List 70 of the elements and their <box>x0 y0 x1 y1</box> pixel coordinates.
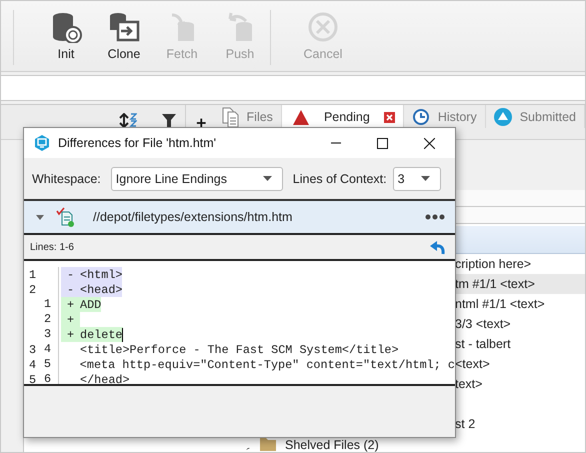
whitespace-label: Whitespace: <box>32 172 101 186</box>
code-line: delete <box>80 328 122 342</box>
list-item-text[interactable]: 3/3 <text> <box>455 317 511 331</box>
caret-icon <box>262 176 272 181</box>
cancel-icon <box>307 11 339 43</box>
list-row[interactable]: 3/3 <text> <box>455 314 585 334</box>
line-number: 4 <box>28 358 38 372</box>
line-number: 4 <box>39 342 59 357</box>
tab[interactable]: Pending <box>282 105 404 128</box>
list-row[interactable]: st - talbert <box>455 334 585 354</box>
maximize-icon[interactable] <box>377 138 388 148</box>
undo-icon[interactable] <box>429 240 445 254</box>
line-number: 5 <box>28 372 38 384</box>
list-row[interactable]: <text> <box>455 354 585 374</box>
whitespace-dropdown[interactable]: Ignore Line Endings <box>110 166 283 190</box>
caret-icon <box>420 176 430 181</box>
line-number: 2 <box>28 282 38 296</box>
list-row[interactable]: cription here> <box>455 254 585 274</box>
close-icon[interactable] <box>424 138 435 148</box>
list-item-text[interactable]: st - talbert <box>455 337 511 351</box>
file-check-icon <box>56 206 75 228</box>
list-item-text[interactable]: <text> <box>455 357 490 371</box>
code-line: <meta http-equiv="Content-Type" content="text/html; c <box>80 358 455 372</box>
line-number: 6 <box>39 372 59 384</box>
triangle-icon <box>292 108 310 126</box>
line-number: 1 <box>28 268 38 282</box>
database-copy-icon <box>108 11 140 43</box>
code-line: <head> <box>80 282 122 296</box>
line-number: 2 <box>39 312 59 327</box>
list-item-text[interactable]: tm #1/1 <text> <box>455 277 535 291</box>
line-number: 3 <box>39 327 59 342</box>
diff-sign: + <box>66 298 76 312</box>
code-line: ADD <box>80 298 102 312</box>
context-label: Lines of Context: <box>292 172 387 186</box>
sort-icon[interactable] <box>119 113 137 127</box>
line-number: 1 <box>39 297 59 312</box>
list-row[interactable]: tm #1/1 <text> <box>455 274 585 294</box>
code-line: <html> <box>80 268 122 282</box>
window-title: Differences for File 'htm.htm' <box>58 136 216 150</box>
tab[interactable]: Submitted <box>486 105 585 128</box>
diff-sign: - <box>66 268 76 282</box>
line-number: 5 <box>38 357 59 372</box>
diff-sign: + <box>66 328 76 342</box>
clock-icon <box>412 108 430 126</box>
init-button[interactable]: Init <box>38 1 94 71</box>
code-line: </head> <box>80 372 130 384</box>
line-number: 3 <box>28 342 38 356</box>
context-dropdown[interactable]: 3 <box>392 166 441 190</box>
app-icon <box>34 135 50 151</box>
list-row[interactable]: text> <box>455 374 585 394</box>
folder-label[interactable]: Shelved Files (2) <box>285 438 379 452</box>
folder-icon <box>259 436 277 452</box>
diff-sign: - <box>66 282 76 296</box>
list-item-text[interactable]: text> <box>455 377 482 391</box>
more-icon[interactable] <box>425 214 445 220</box>
database-power-icon <box>50 11 82 43</box>
add-icon[interactable] <box>196 117 207 129</box>
list-row[interactable]: st 2 <box>455 414 585 434</box>
list-row[interactable]: ntml #1/1 <text> <box>455 294 585 314</box>
code-line: <title>Perforce - The Fast SCM System</title> <box>80 342 399 356</box>
path-field[interactable] <box>1 75 585 101</box>
lines-label: Lines: 1-6 <box>30 242 74 252</box>
list-item-text[interactable]: cription here> <box>455 257 532 271</box>
file-path: //depot/filetypes/extensions/htm.htm <box>93 210 294 224</box>
triangle-circle-icon <box>494 108 512 126</box>
collapse-arrow-icon[interactable] <box>36 214 44 220</box>
list-item-text[interactable]: st 2 <box>455 417 476 431</box>
clone-button[interactable]: Clone <box>96 1 152 71</box>
diff-sign: + <box>66 312 76 326</box>
list-item-text[interactable]: ntml #1/1 <text> <box>455 297 545 311</box>
